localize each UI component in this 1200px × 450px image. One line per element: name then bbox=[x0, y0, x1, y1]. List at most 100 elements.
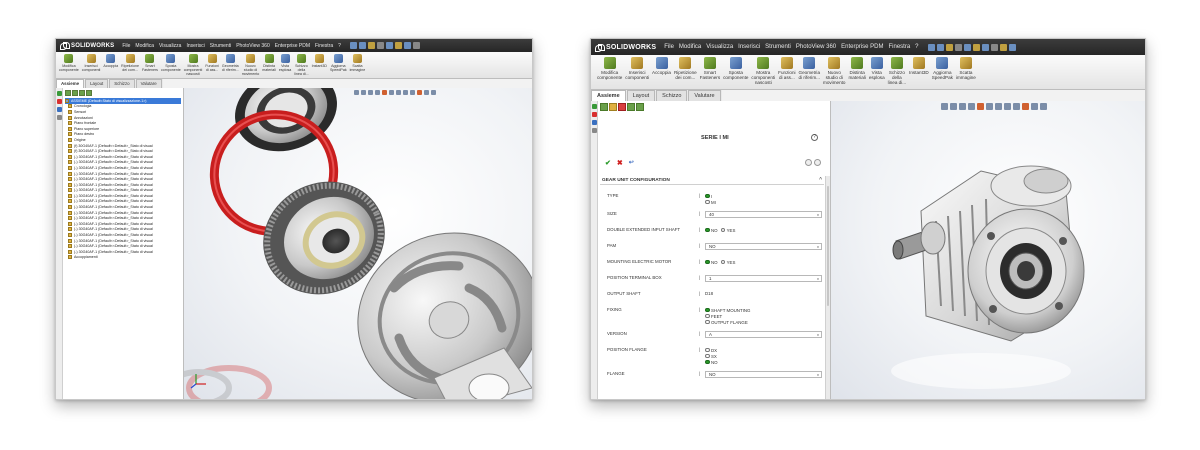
menu-item[interactable]: ? bbox=[915, 44, 918, 50]
radio-button-icon[interactable] bbox=[720, 227, 726, 233]
menu-item[interactable]: Modifica bbox=[679, 44, 701, 50]
menu-item[interactable]: Visualizza bbox=[159, 43, 181, 49]
menu-item[interactable]: Finestra bbox=[888, 44, 910, 50]
config-dropdown[interactable]: 1 bbox=[705, 275, 822, 282]
ribbon-button[interactable]: Inserisci componenti bbox=[625, 57, 649, 80]
next-page-icon[interactable] bbox=[814, 159, 821, 166]
panel-tab-icons[interactable] bbox=[600, 103, 645, 111]
ribbon-button[interactable]: Instant3D bbox=[909, 57, 929, 75]
radio-option[interactable]: MI bbox=[705, 199, 822, 205]
tree-item[interactable]: Accoppiamenti bbox=[65, 255, 181, 261]
ribbon-button[interactable]: Sposta componente bbox=[723, 57, 748, 80]
radio-button-icon[interactable] bbox=[705, 193, 710, 199]
ribbon-button[interactable]: Mostra componenti nascosti bbox=[751, 57, 775, 85]
ribbon-button[interactable]: Distinta materiali bbox=[262, 54, 276, 72]
tab-assieme[interactable]: Assieme bbox=[56, 79, 85, 88]
ribbon-button[interactable]: Mostra componenti nascosti bbox=[184, 54, 202, 76]
menu-item[interactable]: Visualizza bbox=[706, 44, 733, 50]
ribbon-button[interactable]: Accoppia bbox=[103, 54, 118, 68]
radio-option[interactable]: YES bbox=[720, 227, 735, 233]
cancel-x-icon[interactable]: ✖ bbox=[617, 159, 623, 167]
tab-assieme[interactable]: Assieme bbox=[591, 90, 626, 101]
radio-option[interactable]: OUTPUT FLANGE bbox=[705, 319, 822, 325]
radio-button-icon[interactable] bbox=[705, 199, 710, 205]
ribbon-button[interactable]: Aggiorna SpeedPak bbox=[932, 57, 953, 80]
radio-button-icon[interactable] bbox=[705, 319, 710, 325]
radio-button-icon[interactable] bbox=[705, 353, 710, 359]
radio-button-icon[interactable] bbox=[705, 259, 710, 265]
ribbon-button[interactable]: Modifica componente bbox=[59, 54, 79, 72]
menu-item[interactable]: File bbox=[664, 44, 674, 50]
ribbon-button[interactable]: Scatta immagine bbox=[956, 57, 976, 80]
config-dropdown[interactable]: NO bbox=[705, 243, 822, 250]
config-dropdown[interactable]: 40 bbox=[705, 211, 822, 218]
menu-item[interactable]: PhotoView 360 bbox=[796, 44, 836, 50]
radio-option[interactable]: NO bbox=[705, 227, 718, 233]
ribbon-button[interactable]: Geometria di riferim... bbox=[222, 54, 239, 72]
ribbon-button[interactable]: Modifica componente bbox=[597, 57, 622, 80]
ribbon-button[interactable]: Funzioni di ass... bbox=[205, 54, 219, 72]
tab-valutare[interactable]: Valutare bbox=[135, 79, 162, 88]
pin-icon[interactable]: ↩ bbox=[629, 159, 634, 167]
radio-button-icon[interactable] bbox=[705, 313, 710, 319]
ribbon-button[interactable]: Distinta materiali bbox=[848, 57, 866, 80]
tab-valutare[interactable]: Valutare bbox=[688, 90, 721, 101]
menu-item[interactable]: Inserisci bbox=[738, 44, 760, 50]
menu-item[interactable]: Strumenti bbox=[765, 44, 791, 50]
quick-access-toolbar[interactable] bbox=[349, 42, 422, 49]
menu-item[interactable]: PhotoView 360 bbox=[236, 43, 270, 49]
menu-item[interactable]: ? bbox=[338, 43, 341, 49]
ribbon-button[interactable]: Inserisci componenti bbox=[82, 54, 100, 72]
ribbon-button[interactable]: Ripetizione dei com... bbox=[121, 54, 139, 72]
tab-schizzo[interactable]: Schizzo bbox=[109, 79, 135, 88]
right-solidworks-window: SOLIDWORKS File Modifica Visualizza Inseris… bbox=[590, 38, 1146, 400]
ribbon-button[interactable]: Funzioni di ass... bbox=[778, 57, 796, 80]
ok-check-icon[interactable]: ✔ bbox=[605, 159, 611, 167]
ribbon-button[interactable]: Vista esplosa bbox=[869, 57, 885, 80]
ribbon-button[interactable]: Accoppia bbox=[652, 57, 671, 75]
help-icon[interactable]: ? bbox=[811, 134, 818, 141]
ribbon-button[interactable]: Nuovo studio di movimento bbox=[242, 54, 259, 76]
ribbon-button[interactable]: Geometria di riferim... bbox=[799, 57, 820, 80]
menu-item[interactable]: Finestra bbox=[315, 43, 333, 49]
ribbon-button[interactable]: Sposta componente bbox=[161, 54, 181, 72]
radio-button-icon[interactable] bbox=[705, 307, 710, 313]
tab-layout[interactable]: Layout bbox=[626, 90, 656, 101]
tab-schizzo[interactable]: Schizzo bbox=[656, 90, 688, 101]
graphics-area[interactable] bbox=[184, 88, 532, 399]
config-dropdown[interactable]: NO bbox=[705, 371, 822, 378]
menu-item[interactable]: Strumenti bbox=[210, 43, 231, 49]
radio-button-icon[interactable] bbox=[705, 227, 710, 233]
ribbon-button[interactable]: Scatta immagine bbox=[350, 54, 365, 72]
task-pane-strip[interactable] bbox=[56, 88, 63, 399]
ribbon-button[interactable]: Instant3D bbox=[312, 54, 327, 68]
panel-scrollbar[interactable] bbox=[825, 176, 830, 399]
ribbon-button[interactable]: Vista esplosa bbox=[279, 54, 291, 72]
radio-button-icon[interactable] bbox=[705, 359, 710, 365]
menu-item[interactable]: Enterprise PDM bbox=[275, 43, 310, 49]
menu-item[interactable]: File bbox=[122, 43, 130, 49]
quick-access-toolbar[interactable] bbox=[927, 43, 1018, 51]
ribbon-button[interactable]: Aggiorna SpeedPak bbox=[330, 54, 347, 72]
config-dropdown[interactable]: A bbox=[705, 331, 822, 338]
radio-button-icon[interactable] bbox=[720, 259, 726, 265]
ribbon-button[interactable]: Nuovo studio di movimento bbox=[823, 57, 845, 85]
ribbon-button[interactable]: Schizzo della linea di... bbox=[294, 54, 309, 76]
ribbon-button[interactable]: Smart Fasteners bbox=[142, 54, 158, 72]
radio-button-icon[interactable] bbox=[705, 347, 710, 353]
radio-option[interactable]: NO bbox=[705, 259, 718, 265]
ribbon-button[interactable]: Schizzo della linea di... bbox=[888, 57, 906, 85]
task-pane-strip[interactable] bbox=[591, 101, 598, 399]
panel-tab-icons[interactable] bbox=[65, 90, 181, 96]
previous-page-icon[interactable] bbox=[805, 159, 812, 166]
graphics-area[interactable] bbox=[831, 101, 1145, 399]
menu-item[interactable]: Inserisci bbox=[186, 43, 204, 49]
radio-option[interactable]: YES bbox=[720, 259, 735, 265]
menu-item[interactable]: Enterprise PDM bbox=[841, 44, 883, 50]
radio-option[interactable]: NO bbox=[705, 359, 822, 365]
section-header[interactable]: GEAR UNIT CONFIGURATION bbox=[600, 176, 824, 185]
tab-layout[interactable]: Layout bbox=[85, 79, 109, 88]
menu-item[interactable]: Modifica bbox=[135, 43, 154, 49]
ribbon-button[interactable]: Smart Fasteners bbox=[700, 57, 720, 80]
ribbon-button[interactable]: Ripetizione dei com... bbox=[674, 57, 697, 80]
